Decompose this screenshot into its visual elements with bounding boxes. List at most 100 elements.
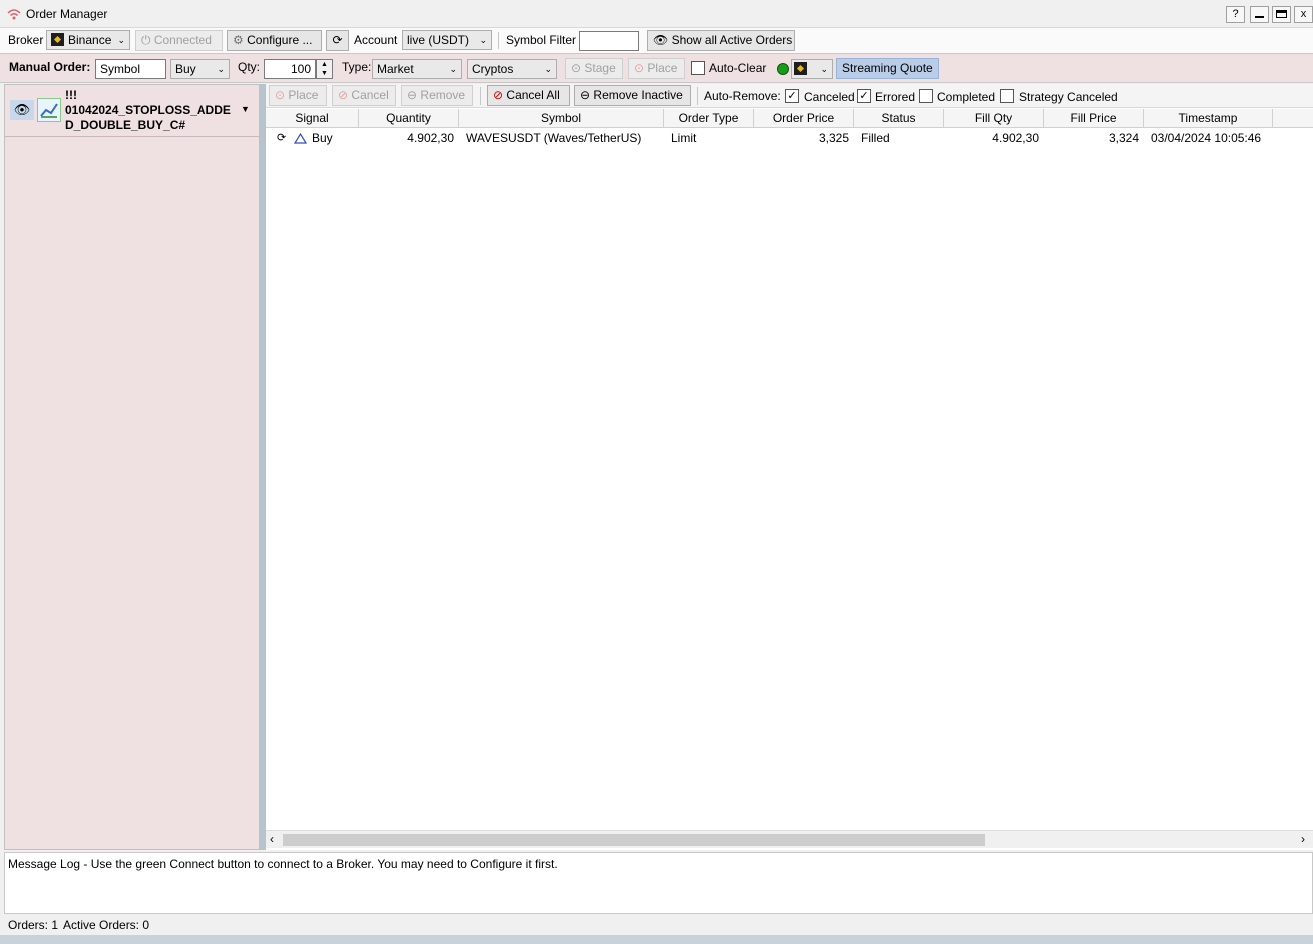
chevron-up-icon: ▲	[321, 61, 328, 68]
completed-label: Completed	[937, 90, 996, 104]
horizontal-scrollbar[interactable]: ‹ ›	[266, 830, 1313, 848]
broker-select[interactable]: Binance ⌄	[46, 30, 130, 50]
orders-table-header: Signal Quantity Symbol Order Type Order …	[266, 109, 1313, 128]
plug-icon: ⏻	[141, 33, 151, 47]
remove-inactive-label: Remove Inactive	[593, 88, 683, 102]
show-active-orders-button[interactable]: 👁 Show all Active Orders	[647, 30, 795, 51]
binance-logo-icon	[51, 33, 64, 47]
strategy-name-line2: 01042024_STOPLOSS_ADDE	[65, 103, 231, 117]
column-header-symbol[interactable]: Symbol	[459, 109, 664, 128]
eye-toggle-icon[interactable]: 👁	[10, 100, 34, 120]
place-button[interactable]: ⊙ Place	[269, 85, 327, 106]
symbol-filter-label: Symbol Filter	[506, 33, 577, 47]
auto-clear-checkbox[interactable]	[691, 61, 705, 75]
strategy-canceled-checkbox[interactable]	[1000, 89, 1014, 103]
help-button[interactable]: ?	[1226, 6, 1245, 23]
remove-button[interactable]: ⊖ Remove	[401, 85, 473, 106]
order-price-cell: 3,325	[818, 131, 849, 145]
column-header-fill-price[interactable]: Fill Price	[1044, 109, 1144, 128]
strategy-item[interactable]: 👁 !!! 01042024_STOPLOSS_ADDE D_DOUBLE_BU…	[5, 85, 259, 137]
table-row[interactable]: ⟳ Buy 4.902,30 WAVESUSDT (Waves/TetherUS…	[266, 129, 1313, 148]
manual-symbol-input[interactable]: Symbol	[95, 59, 166, 79]
chevron-down-icon: ⌄	[820, 64, 828, 74]
column-header-timestamp[interactable]: Timestamp	[1144, 109, 1273, 128]
dropdown-arrow-icon[interactable]: ▼	[241, 104, 250, 114]
scroll-left-icon[interactable]: ‹	[270, 832, 274, 846]
quote-source-select[interactable]: ⌄	[791, 59, 833, 79]
place-label: Place	[288, 88, 319, 102]
canceled-label: Canceled	[804, 90, 855, 104]
refresh-button[interactable]: ⟳	[326, 30, 349, 51]
symbol-filter-input[interactable]	[579, 31, 639, 51]
connected-label: Connected	[153, 33, 212, 47]
maximize-button[interactable]	[1272, 6, 1291, 23]
fill-qty-cell: 4.902,30	[992, 131, 1039, 145]
completed-checkbox[interactable]	[919, 89, 933, 103]
cancel-icon: ⊘	[493, 88, 504, 102]
bottom-strip	[0, 935, 1313, 944]
errored-checkbox[interactable]: ✓	[857, 89, 871, 103]
qty-input[interactable]: 100	[264, 59, 316, 79]
chevron-down-icon: ▼	[321, 70, 328, 77]
asset-value: Cryptos	[472, 62, 514, 76]
remove-label: Remove	[420, 88, 466, 102]
orders-count: Orders: 1	[8, 918, 59, 932]
broker-label: Broker	[8, 33, 44, 47]
window-title: Order Manager	[26, 7, 108, 21]
fill-price-cell: 3,324	[1108, 131, 1139, 145]
account-select[interactable]: live (USDT) ⌄	[402, 30, 492, 50]
strategy-name: !!! 01042024_STOPLOSS_ADDE D_DOUBLE_BUY_…	[65, 88, 231, 133]
message-log-text: Message Log - Use the green Connect butt…	[8, 857, 558, 871]
status-dot-icon	[777, 63, 789, 75]
manual-order-label: Manual Order:	[9, 60, 91, 74]
strategy-name-line1: !!!	[65, 88, 77, 102]
cancel-all-button[interactable]: ⊘ Cancel All	[487, 85, 570, 106]
chevron-down-icon: ⌄	[217, 64, 225, 74]
scroll-right-icon[interactable]: ›	[1301, 832, 1305, 846]
errored-label: Errored	[875, 90, 916, 104]
remove-icon: ⊖	[407, 88, 418, 102]
broker-toolbar: Broker Binance ⌄ ⏻ Connected ⚙ Configure…	[0, 28, 1313, 54]
play-icon: ⊙	[275, 88, 286, 102]
side-select[interactable]: Buy ⌄	[170, 59, 230, 79]
column-header-signal[interactable]: Signal	[266, 109, 359, 128]
orders-toolbar: ⊙ Place ⊘ Cancel ⊖ Remove ⊘ Cancel All ⊖…	[266, 84, 1313, 108]
chevron-down-icon: ⌄	[479, 35, 487, 45]
auto-remove-label: Auto-Remove:	[704, 89, 781, 103]
qty-label: Qty:	[238, 60, 261, 74]
cancel-icon: ⊘	[338, 88, 349, 102]
refresh-icon: ⟳	[277, 132, 287, 144]
divider	[697, 87, 698, 105]
maximize-icon	[1276, 10, 1287, 18]
stage-button[interactable]: ⊙ Stage	[565, 58, 623, 79]
signal-cell: Buy	[312, 131, 333, 145]
asset-class-select[interactable]: Cryptos ⌄	[467, 59, 557, 79]
qty-stepper[interactable]: ▲ ▼	[316, 59, 333, 79]
cancel-button[interactable]: ⊘ Cancel	[332, 85, 396, 106]
connect-button[interactable]: ⏻ Connected	[135, 30, 223, 51]
refresh-icon: ⟳	[332, 33, 343, 47]
column-header-order-type[interactable]: Order Type	[664, 109, 754, 128]
column-header-fill-qty[interactable]: Fill Qty	[944, 109, 1044, 128]
column-header-order-price[interactable]: Order Price	[754, 109, 854, 128]
configure-button[interactable]: ⚙ Configure ...	[227, 30, 322, 51]
divider	[498, 32, 499, 49]
canceled-checkbox[interactable]: ✓	[785, 89, 799, 103]
title-bar: Order Manager ? x	[0, 0, 1313, 28]
manual-place-button[interactable]: ⊙ Place	[628, 58, 685, 79]
stage-label: Stage	[584, 61, 616, 75]
play-icon: ⊙	[634, 61, 645, 75]
strategy-name-line3: D_DOUBLE_BUY_C#	[65, 118, 186, 132]
minimize-button[interactable]	[1250, 6, 1269, 23]
column-header-quantity[interactable]: Quantity	[359, 109, 459, 128]
close-button[interactable]: x	[1294, 6, 1313, 23]
scrollbar-thumb[interactable]	[283, 834, 985, 846]
order-type-cell: Limit	[671, 131, 697, 145]
remove-inactive-button[interactable]: ⊖ Remove Inactive	[574, 85, 691, 106]
chevron-down-icon: ⌄	[449, 64, 457, 74]
column-header-status[interactable]: Status	[854, 109, 944, 128]
play-icon: ⊙	[571, 61, 582, 75]
order-type-select[interactable]: Market ⌄	[372, 59, 462, 79]
streaming-quote-button[interactable]: Streaming Quote	[836, 58, 939, 79]
chevron-down-icon: ⌄	[117, 35, 125, 45]
